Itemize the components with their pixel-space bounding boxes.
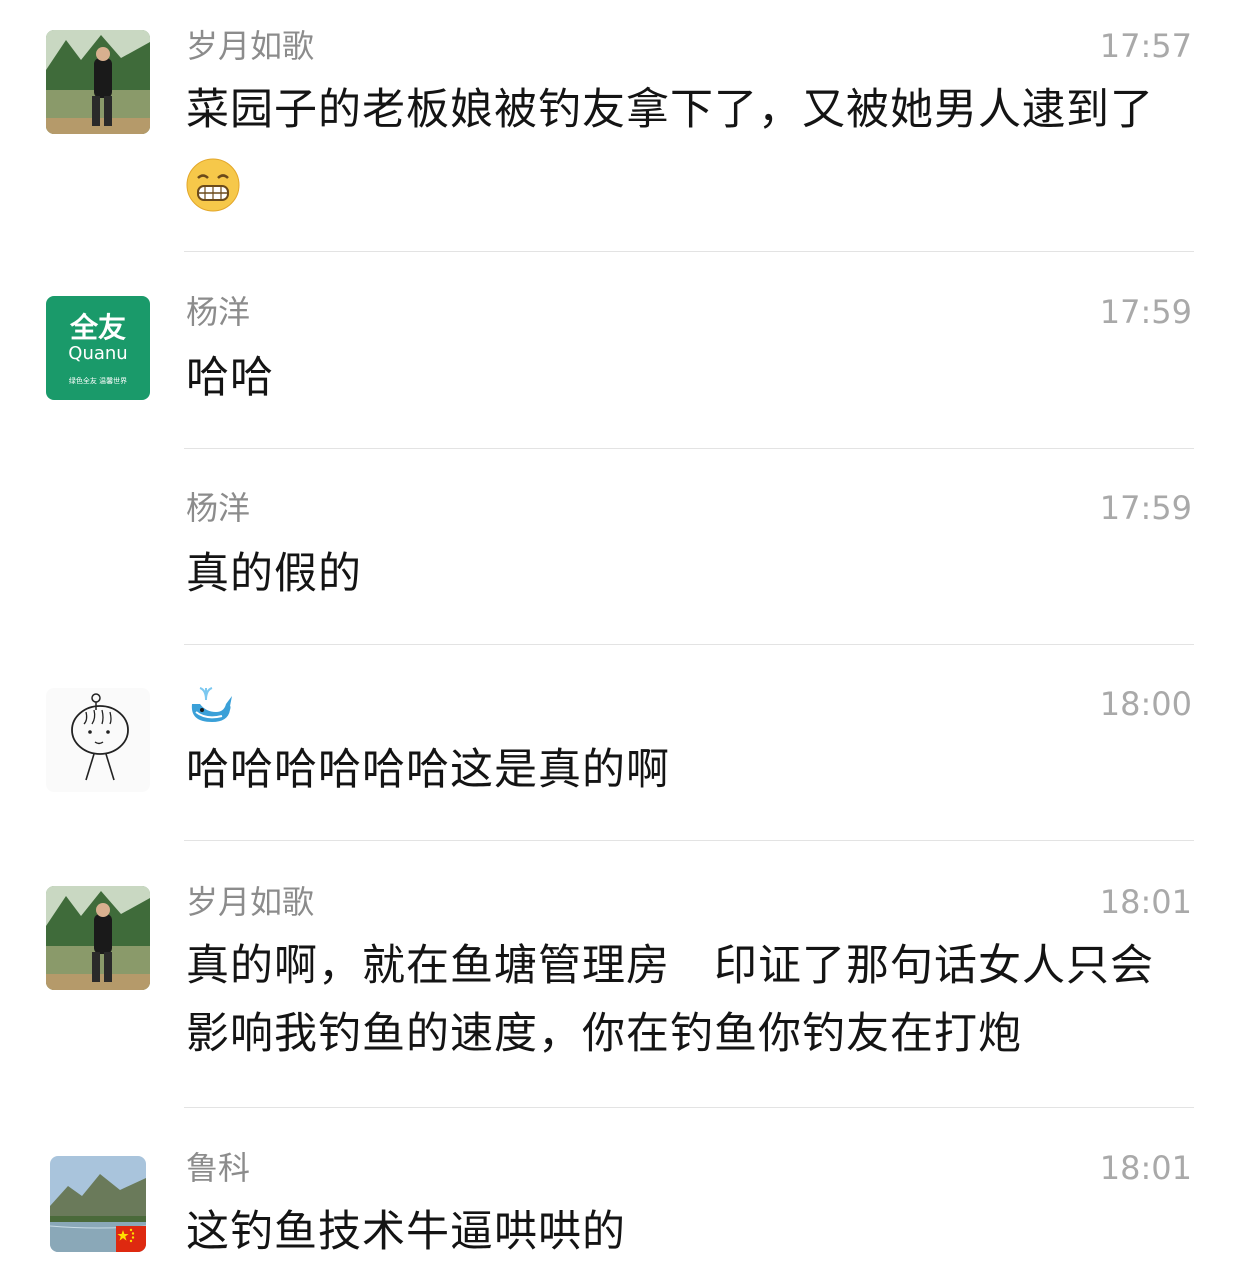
message-text: 这钓鱼技术牛逼哄哄的 <box>186 1207 626 1257</box>
sender-name[interactable]: 杨洋 <box>186 292 250 332</box>
message-item: 杨洋 17:59 真的假的 <box>0 448 1240 645</box>
message-item: 鲁科 18:01 这钓鱼技术牛逼哄哄的 <box>0 1108 1240 1280</box>
message-text-content: 菜园子的老板娘被钓友拿下了，又被她男人逮到了 <box>186 85 1154 135</box>
message-text: 真的啊，就在鱼塘管理房 印证了那句话女人只会影响我钓鱼的速度，你在钓鱼你钓友在打… <box>186 941 1154 1059</box>
sender-name[interactable]: 杨洋 <box>186 488 250 528</box>
message-time: 17:57 <box>1099 27 1192 65</box>
message-item: 岁月如歌 18:01 真的啊，就在鱼塘管理房 印证了那句话女人只会影响我钓鱼的速… <box>0 840 1240 1108</box>
whale-icon[interactable] <box>186 682 234 726</box>
message-item: 18:00 哈哈哈哈哈哈这是真的啊 <box>0 644 1240 841</box>
message-text: 哈哈哈哈哈哈这是真的啊 <box>186 745 670 795</box>
message-item: 岁月如歌 17:57 菜园子的老板娘被钓友拿下了，又被她男人逮到了 <box>0 0 1240 252</box>
logo-text-main: 全友 <box>69 311 126 344</box>
photo-icon <box>46 30 150 134</box>
logo-text-latin: Quanu <box>68 343 128 364</box>
china-flag-icon <box>116 1226 146 1252</box>
message-text: 哈哈 <box>186 353 274 403</box>
message-text: 菜园子的老板娘被钓友拿下了，又被她男人逮到了 <box>186 76 1196 212</box>
logo-slogan: 绿色全友 温馨世界 <box>68 377 128 385</box>
message-time: 18:01 <box>1099 1149 1192 1187</box>
grinning-face-icon <box>186 158 240 212</box>
avatar-man-forest[interactable] <box>46 886 150 990</box>
doodle-person-icon <box>71 693 129 781</box>
photo-icon <box>46 886 150 990</box>
message-time: 17:59 <box>1099 489 1192 527</box>
avatar-quanu-logo[interactable]: 全友 Quanu 绿色全友 温馨世界 <box>46 296 150 400</box>
avatar-mountain-lake[interactable] <box>50 1156 146 1252</box>
message-time: 18:00 <box>1099 685 1192 723</box>
sender-name[interactable]: 鲁科 <box>186 1148 250 1188</box>
avatar-doodle[interactable] <box>46 688 150 792</box>
message-item: 全友 Quanu 绿色全友 温馨世界 杨洋 17:59 哈哈 <box>0 252 1240 449</box>
message-time: 17:59 <box>1099 293 1192 331</box>
sender-name[interactable]: 岁月如歌 <box>186 882 314 922</box>
avatar-man-forest[interactable] <box>46 30 150 134</box>
sender-name[interactable]: 岁月如歌 <box>186 26 314 66</box>
message-time: 18:01 <box>1099 883 1192 921</box>
message-text: 真的假的 <box>186 549 362 599</box>
